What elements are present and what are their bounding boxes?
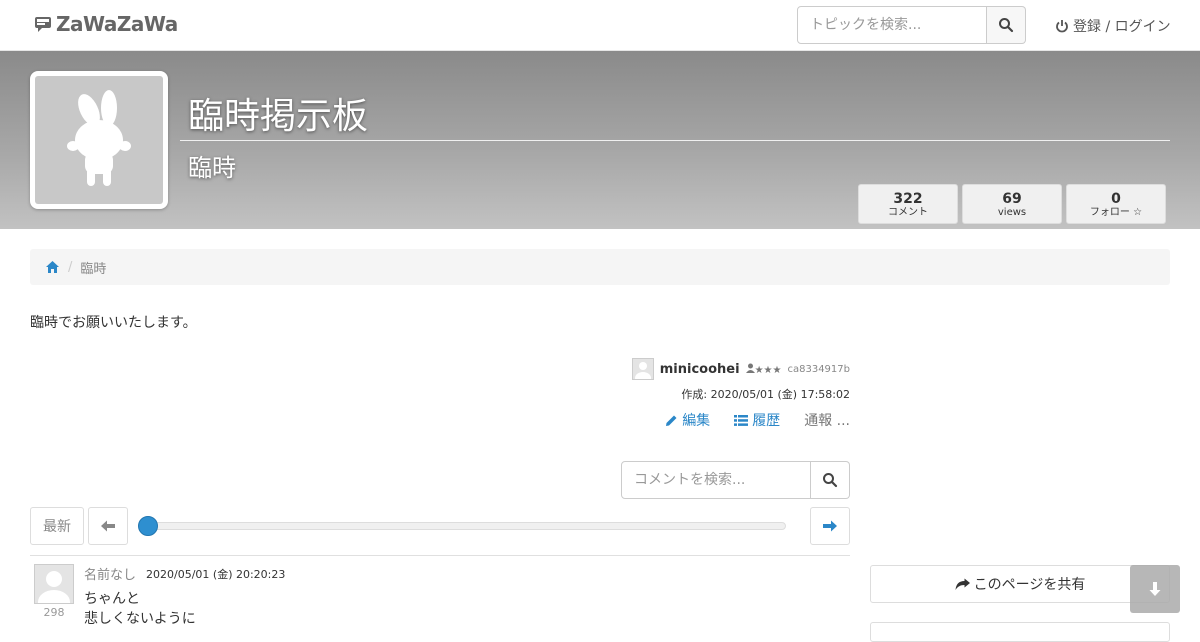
page-slider-track[interactable] — [148, 522, 786, 530]
site-logo[interactable]: ZaWaZaWa — [34, 12, 178, 36]
edit-label: 編集 — [682, 413, 711, 429]
share-arrow-icon — [955, 578, 970, 590]
page-slider-handle[interactable] — [138, 516, 158, 536]
logo-text: ZaWaZaWa — [56, 12, 178, 36]
breadcrumb-current: 臨時 — [80, 261, 107, 277]
power-icon — [1056, 20, 1068, 33]
stat-comments[interactable]: 322 コメント — [858, 184, 958, 224]
creator-info: minicoohei ★★★ ca8334917b — [631, 358, 850, 380]
edit-button[interactable]: 編集 — [665, 410, 710, 430]
breadcrumb: / 臨時 — [30, 249, 1170, 285]
rabbit-mascot-icon — [67, 90, 131, 186]
login-link[interactable]: 登録 / ログイン — [1055, 16, 1171, 36]
comment-avatar — [34, 564, 74, 604]
stat-follow-button[interactable]: 0 フォロー ☆ — [1066, 184, 1166, 224]
comment-number[interactable]: 298 — [34, 606, 74, 619]
stat-comments-value: 322 — [893, 191, 923, 207]
chat-bubble-icon — [35, 17, 51, 32]
share-label: このページを共有 — [973, 577, 1086, 593]
breadcrumb-separator: / — [68, 259, 73, 275]
comment-pager: 最新 — [30, 507, 850, 545]
creator-avatar[interactable] — [631, 358, 654, 380]
latest-label: 最新 — [43, 519, 71, 535]
comment-line: 悲しくないように — [84, 611, 196, 627]
history-label: 履歴 — [752, 413, 781, 429]
stat-follow-label: フォロー ☆ — [1089, 207, 1143, 218]
sidebar-panel — [870, 622, 1170, 642]
latest-button[interactable]: 最新 — [30, 507, 84, 545]
default-user-icon — [38, 571, 70, 603]
creator-rank: ★★★ — [745, 363, 782, 376]
board-description: 臨時でお願いいたします。 — [30, 315, 197, 331]
creator-rank-stars: ★★★ — [754, 364, 782, 376]
comment-search-input[interactable] — [621, 461, 811, 499]
topic-search-button[interactable] — [987, 6, 1026, 44]
stat-views: 69 views — [962, 184, 1062, 224]
board-title: 臨時掲示板 — [188, 96, 369, 137]
search-icon — [823, 473, 838, 488]
history-button[interactable]: 履歴 — [734, 410, 780, 430]
created-date: 作成: 2020/05/01 (金) 17:58:02 — [681, 388, 850, 401]
comment-author: 名前なし — [84, 568, 137, 583]
board-actions: 編集 履歴 通報 ... — [665, 410, 850, 430]
search-icon — [999, 18, 1014, 33]
home-icon[interactable] — [45, 260, 60, 274]
arrow-right-icon — [823, 520, 837, 532]
next-page-button[interactable] — [810, 507, 850, 545]
report-button[interactable]: 通報 ... — [804, 410, 850, 430]
board-avatar — [30, 71, 168, 209]
default-user-icon — [634, 362, 651, 379]
stat-views-value: 69 — [1002, 191, 1022, 207]
share-page-button[interactable]: このページを共有 — [870, 565, 1170, 603]
arrow-left-icon — [101, 520, 115, 532]
board-subtitle: 臨時 — [188, 154, 236, 182]
stat-views-label: views — [997, 207, 1027, 218]
scroll-down-button[interactable] — [1130, 565, 1180, 613]
topic-search-input[interactable] — [797, 6, 987, 44]
user-rank-icon — [745, 363, 755, 373]
comment-line: ちゃんと — [84, 591, 140, 607]
comment-body: ちゃんと 悲しくないように — [84, 589, 196, 629]
list-icon — [734, 414, 749, 426]
report-label: 通報 ... — [804, 413, 850, 429]
topic-search — [797, 6, 1026, 44]
prev-page-button[interactable] — [88, 507, 128, 545]
title-divider — [180, 140, 1170, 141]
top-navbar: ZaWaZaWa 登録 / ログイン — [0, 0, 1200, 51]
arrow-down-icon — [1149, 582, 1161, 596]
stat-comments-label: コメント — [888, 207, 928, 218]
stat-follow-value: 0 — [1111, 191, 1121, 207]
board-header: 臨時掲示板 臨時 322 コメント 69 views 0 フォロー ☆ — [0, 51, 1200, 229]
comment-search-button[interactable] — [811, 461, 850, 499]
comment-search — [621, 461, 850, 499]
login-label: 登録 / ログイン — [1073, 19, 1171, 35]
pencil-icon — [666, 415, 677, 426]
creator-name[interactable]: minicoohei — [660, 362, 740, 377]
pager-divider — [30, 555, 850, 556]
creator-id: ca8334917b — [787, 363, 850, 375]
comment-date: 2020/05/01 (金) 20:20:23 — [146, 568, 286, 581]
